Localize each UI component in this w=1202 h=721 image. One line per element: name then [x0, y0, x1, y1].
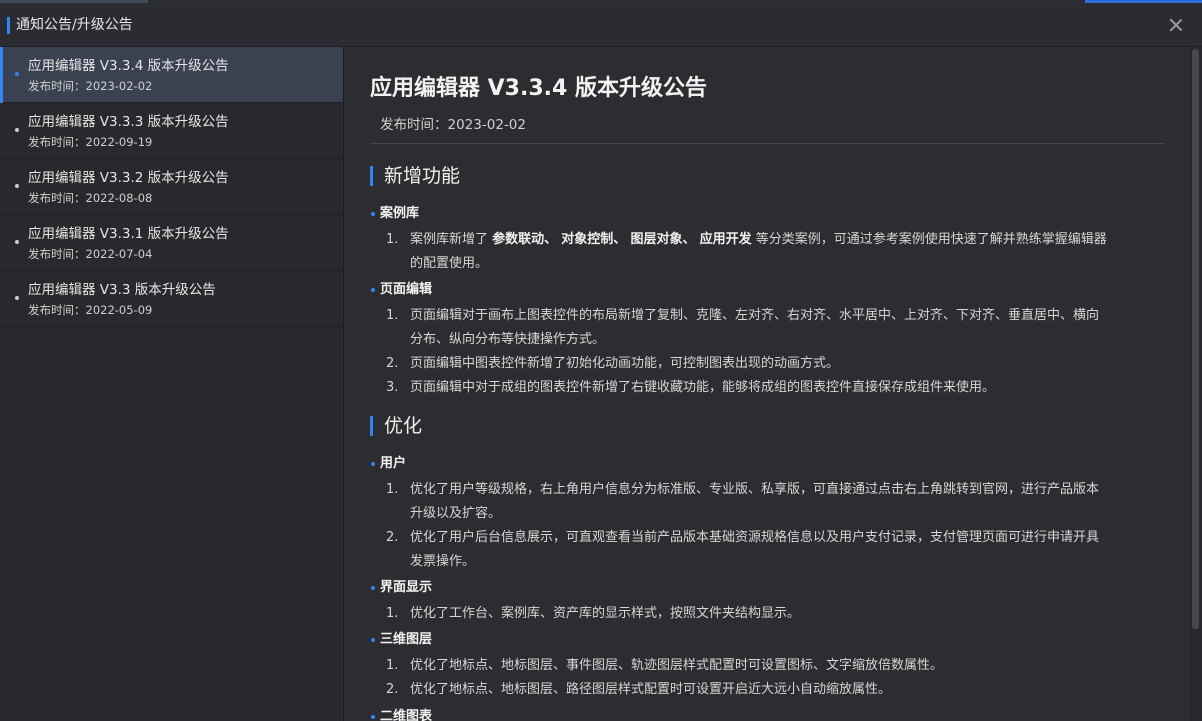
list-item[interactable]: 应用编辑器 V3.3.4 版本升级公告 发布时间：2023-02-02 [0, 47, 343, 103]
item-text: 页面编辑中对于成组的图表控件新增了右键收藏功能，能够将成组的图表控件直接保存成组… [410, 380, 996, 395]
section-accent-bar [370, 416, 373, 436]
item-text: 页面编辑中图表控件新增了初始化动画功能，可控制图表出现的动画方式。 [410, 356, 840, 371]
list-item-date: 发布时间：2023-02-02 [28, 79, 153, 93]
section-title: 优化 [384, 415, 423, 437]
scrollbar-thumb[interactable] [1192, 49, 1199, 629]
bullet-icon [371, 212, 375, 216]
section-accent-bar [370, 166, 373, 186]
list-item[interactable]: 应用编辑器 V3.3.1 版本升级公告 发布时间：2022-07-04 [0, 215, 343, 271]
title-accent-bar [7, 17, 10, 34]
item-text: 页面编辑对于画布上图表控件的布局新增了复制、克隆、左对齐、右对齐、水平居中、上对… [410, 308, 1100, 347]
article-pubdate: 发布时间：2023-02-02 [380, 117, 526, 133]
dialog-title: 通知公告/升级公告 [16, 17, 133, 33]
item-number: 1. [386, 658, 399, 673]
bullet-icon [15, 240, 19, 244]
item-number: 2. [386, 530, 399, 545]
bullet-icon [15, 296, 19, 300]
article-panel: 应用编辑器 V3.3.4 版本升级公告 发布时间：2023-02-02 新增功能… [345, 47, 1190, 721]
item-number: 2. [386, 682, 399, 697]
list-item: 1. 案例库新增了 参数联动、 对象控制、 图层对象、 应用开发 等分类案例，可… [370, 228, 1160, 276]
list-item-date: 发布时间：2022-09-19 [28, 135, 153, 149]
bullet-icon [371, 715, 375, 719]
list-item-title: 应用编辑器 V3.3.2 版本升级公告 [28, 170, 229, 186]
subsection-title: 案例库 [380, 206, 420, 221]
bullet-icon [15, 184, 19, 188]
item-number: 3. [386, 380, 399, 395]
subsection-title: 页面编辑 [380, 282, 433, 297]
list-item-title: 应用编辑器 V3.3.4 版本升级公告 [28, 58, 229, 74]
list-item[interactable]: 应用编辑器 V3.3 版本升级公告 发布时间：2022-05-09 [0, 271, 343, 327]
list-item-title: 应用编辑器 V3.3.1 版本升级公告 [28, 226, 229, 242]
list-item-title: 应用编辑器 V3.3.3 版本升级公告 [28, 114, 229, 130]
subsection-title: 界面显示 [380, 580, 433, 595]
bullet-icon [371, 288, 375, 292]
list-item-date: 发布时间：2022-05-09 [28, 303, 153, 317]
bullet-icon [371, 462, 375, 466]
content-scrollbar[interactable] [1190, 47, 1202, 721]
divider [370, 143, 1165, 144]
item-number: 1. [386, 482, 399, 497]
bullet-icon [15, 128, 19, 132]
close-icon[interactable] [1168, 17, 1184, 33]
item-text: 优化了地标点、地标图层、事件图层、轨迹图层样式配置时可设置图标、文字缩放倍数属性… [410, 658, 944, 673]
item-text: 案例库新增了 参数联动、 对象控制、 图层对象、 应用开发 等分类案例，可通过参… [410, 232, 1107, 271]
list-item[interactable]: 应用编辑器 V3.3.3 版本升级公告 发布时间：2022-09-19 [0, 103, 343, 159]
item-text: 优化了用户后台信息展示，可直观查看当前产品版本基础资源规格信息以及用户支付记录，… [410, 530, 1100, 569]
item-number: 1. [386, 308, 399, 323]
announcement-list: 应用编辑器 V3.3.4 版本升级公告 发布时间：2023-02-02 应用编辑… [0, 47, 344, 721]
list-item: 2. 优化了用户后台信息展示，可直观查看当前产品版本基础资源规格信息以及用户支付… [370, 526, 1160, 574]
item-number: 1. [386, 232, 399, 247]
item-text: 优化了工作台、案例库、资产库的显示样式，按照文件夹结构显示。 [410, 606, 801, 621]
item-text: 优化了地标点、地标图层、路径图层样式配置时可设置开启近大远小自动缩放属性。 [410, 682, 892, 697]
subsection-title: 三维图层 [380, 632, 433, 647]
list-item: 1. 优化了用户等级规格，右上角用户信息分为标准版、专业版、私享版，可直接通过点… [370, 478, 1160, 526]
dialog-header: 通知公告/升级公告 [0, 3, 1202, 47]
list-item-title: 应用编辑器 V3.3 版本升级公告 [28, 282, 216, 298]
item-text: 优化了用户等级规格，右上角用户信息分为标准版、专业版、私享版，可直接通过点击右上… [410, 482, 1100, 521]
article-title: 应用编辑器 V3.3.4 版本升级公告 [370, 76, 707, 101]
bullet-icon [371, 586, 375, 590]
item-number: 1. [386, 606, 399, 621]
list-item-date: 发布时间：2022-08-08 [28, 191, 153, 205]
subsection-title: 用户 [380, 456, 407, 471]
list-item[interactable]: 应用编辑器 V3.3.2 版本升级公告 发布时间：2022-08-08 [0, 159, 343, 215]
item-number: 2. [386, 356, 399, 371]
bullet-icon [15, 72, 19, 76]
list-item: 1. 页面编辑对于画布上图表控件的布局新增了复制、克隆、左对齐、右对齐、水平居中… [370, 304, 1160, 352]
subsection-title: 二维图表 [380, 709, 433, 721]
list-item-date: 发布时间：2022-07-04 [28, 247, 153, 261]
section-title: 新增功能 [384, 165, 461, 187]
bullet-icon [371, 638, 375, 642]
